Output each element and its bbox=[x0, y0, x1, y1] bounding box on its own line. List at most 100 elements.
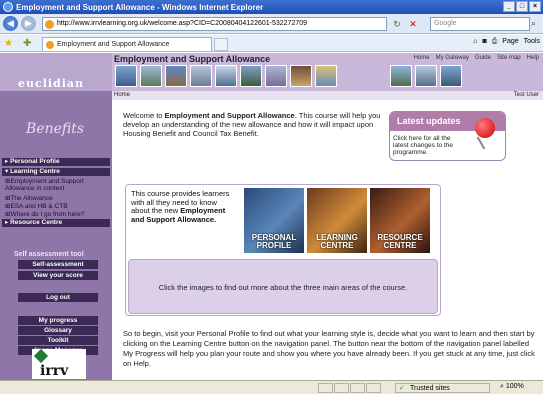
welcome-text: Welcome to Employment and Support Allowa… bbox=[123, 111, 385, 138]
zoom-value: 100% bbox=[505, 383, 524, 390]
command-bar: ⌂ ◙ ⎙ Page Tools bbox=[473, 38, 540, 46]
url-input[interactable]: http://www.irrvlearning.org.uk/welcome.a… bbox=[42, 17, 387, 31]
banner-photo bbox=[215, 65, 237, 87]
print-icon[interactable]: ⎙ bbox=[492, 38, 498, 46]
personal-profile-tile[interactable]: PERSONAL PROFILE bbox=[244, 188, 304, 253]
ie-icon bbox=[3, 2, 13, 12]
banner-photo bbox=[190, 65, 212, 87]
search-input[interactable]: Google bbox=[430, 17, 530, 31]
status-cells bbox=[318, 383, 381, 393]
pushpin-needle bbox=[476, 136, 486, 150]
banner-photo bbox=[315, 65, 337, 87]
toolkit-button[interactable]: Toolkit bbox=[18, 336, 98, 345]
course-areas-box: This course provides learners with all t… bbox=[125, 184, 441, 316]
stop-icon[interactable]: ✕ bbox=[406, 17, 420, 31]
forward-button[interactable]: ▶ bbox=[21, 16, 36, 31]
view-score-button[interactable]: View your score bbox=[18, 271, 98, 280]
irrv-logo-text: irrv bbox=[40, 363, 69, 379]
current-user: Test User bbox=[513, 92, 539, 98]
sidebar-subitem-label: The Allowance bbox=[10, 195, 53, 202]
sidebar-subitem-label: Where do I go from here? bbox=[10, 211, 85, 218]
tools-menu[interactable]: Tools bbox=[524, 38, 540, 46]
sidebar-item-label: Learning Centre bbox=[10, 168, 60, 175]
sidebar-subitem-label: ESA and HB & CTB bbox=[10, 203, 68, 210]
welcome-course-name: Employment and Support Allowance bbox=[164, 111, 295, 120]
minimize-button[interactable]: _ bbox=[503, 1, 515, 12]
course-title: Employment and Support Allowance bbox=[114, 54, 271, 64]
home-icon[interactable]: ⌂ bbox=[473, 38, 477, 46]
zoom-level[interactable]: ⌕ 100% bbox=[500, 383, 524, 391]
maximize-button[interactable]: □ bbox=[516, 1, 528, 12]
irrv-logo: irrv bbox=[32, 348, 86, 379]
breadcrumb-home[interactable]: Home bbox=[114, 92, 130, 98]
banner-photo bbox=[340, 65, 362, 87]
logout-button[interactable]: Log out bbox=[18, 293, 98, 302]
tab-favicon-icon bbox=[46, 41, 54, 49]
sidebar-subitem-where-next[interactable]: ⊞Where do I go from here? bbox=[2, 211, 110, 218]
top-nav-help[interactable]: Help bbox=[527, 55, 539, 61]
course-areas-intro: This course provides learners with all t… bbox=[131, 189, 235, 224]
sidebar-item-label: Resource Centre bbox=[10, 219, 63, 226]
top-nav-gateway[interactable]: My Gateway bbox=[436, 55, 469, 61]
banner-photo bbox=[290, 65, 312, 87]
tab-active[interactable]: Employment and Support Allowance bbox=[42, 37, 212, 51]
page-menu[interactable]: Page bbox=[502, 38, 518, 46]
window-controls: _ □ × bbox=[503, 1, 541, 12]
resource-centre-tile[interactable]: RESOURCE CENTRE bbox=[370, 188, 430, 253]
pushpin-icon bbox=[475, 118, 495, 138]
my-progress-button[interactable]: My progress bbox=[18, 316, 98, 325]
zoom-icon: ⌕ bbox=[500, 383, 504, 390]
banner-photo bbox=[140, 65, 162, 87]
sidebar-subitem-esa-hb-ctb[interactable]: ⊞ESA and HB & CTB bbox=[2, 203, 110, 210]
banner-photo bbox=[390, 65, 412, 87]
top-nav-sitemap[interactable]: Site map bbox=[497, 55, 521, 61]
sidebar: Benefits ▸ Personal Profile ▾ Learning C… bbox=[0, 91, 112, 380]
page-favicon-icon bbox=[45, 20, 54, 29]
sidebar-subitem-allowance[interactable]: ⊞The Allowance bbox=[2, 195, 110, 202]
sidebar-subitem-label: Employment and Support Allowance in cont… bbox=[5, 178, 84, 192]
search-icon[interactable]: ⌕ bbox=[531, 18, 536, 29]
resource-centre-tile-label: RESOURCE CENTRE bbox=[377, 233, 423, 250]
self-assessment-button[interactable]: Self-assessment bbox=[18, 260, 98, 269]
sidebar-item-label: Personal Profile bbox=[10, 158, 60, 165]
top-nav: Home My Gateway Guide Site map Help bbox=[414, 55, 539, 61]
favorites-star-icon[interactable]: ★ bbox=[4, 38, 13, 49]
banner-photo bbox=[115, 65, 137, 87]
learning-centre-tile[interactable]: LEARNING CENTRE bbox=[307, 188, 367, 253]
irrv-mark-icon bbox=[33, 348, 49, 364]
top-nav-home[interactable]: Home bbox=[414, 55, 430, 61]
address-actions: ↻ ✕ bbox=[390, 17, 420, 31]
feeds-icon[interactable]: ◙ bbox=[482, 38, 486, 46]
refresh-icon[interactable]: ↻ bbox=[390, 17, 404, 31]
security-zone[interactable]: ✓ Trusted sites bbox=[395, 383, 490, 393]
security-zone-label: Trusted sites bbox=[410, 385, 450, 392]
personal-profile-tile-label: PERSONAL PROFILE bbox=[251, 233, 297, 250]
banner-photo bbox=[365, 65, 387, 87]
latest-updates-panel[interactable]: Latest updates Click here for all the la… bbox=[389, 111, 506, 161]
top-nav-guide[interactable]: Guide bbox=[475, 55, 491, 61]
site-logo-text: euclidian bbox=[18, 77, 85, 90]
breadcrumb: Home Test User bbox=[112, 91, 543, 100]
welcome-prefix: Welcome to bbox=[123, 111, 165, 120]
window-title: Employment and Support Allowance - Windo… bbox=[16, 2, 264, 12]
site-banner: euclidian Employment and Support Allowan… bbox=[0, 53, 543, 91]
site-logo[interactable]: euclidian bbox=[0, 53, 112, 91]
learning-centre-tile-label: LEARNING CENTRE bbox=[316, 233, 358, 250]
trusted-check-icon: ✓ bbox=[399, 385, 405, 392]
sidebar-subitem-esa-context[interactable]: ⊞Employment and Support Allowance in con… bbox=[2, 178, 110, 192]
sidebar-item-learning-centre[interactable]: ▾ Learning Centre bbox=[2, 168, 110, 176]
add-favorites-icon[interactable]: ✚ bbox=[23, 38, 31, 49]
banner-photo bbox=[165, 65, 187, 87]
close-button[interactable]: × bbox=[529, 1, 541, 12]
glossary-button[interactable]: Glossary bbox=[18, 326, 98, 335]
latest-updates-body: Click here for all the latest changes to… bbox=[393, 135, 453, 156]
course-areas-caption: Click the images to find out more about … bbox=[128, 259, 438, 314]
web-page: euclidian Employment and Support Allowan… bbox=[0, 53, 543, 380]
banner-thumbnails bbox=[115, 65, 462, 87]
tab-bar: ★ ✚ Employment and Support Allowance ⌂ ◙… bbox=[0, 35, 543, 52]
sidebar-item-resource-centre[interactable]: ▸ Resource Centre bbox=[2, 219, 110, 227]
sidebar-item-personal-profile[interactable]: ▸ Personal Profile bbox=[2, 158, 110, 166]
new-tab-button[interactable] bbox=[214, 38, 228, 51]
back-button[interactable]: ◀ bbox=[3, 16, 18, 31]
self-assessment-title: Self assessment tool bbox=[14, 251, 84, 258]
